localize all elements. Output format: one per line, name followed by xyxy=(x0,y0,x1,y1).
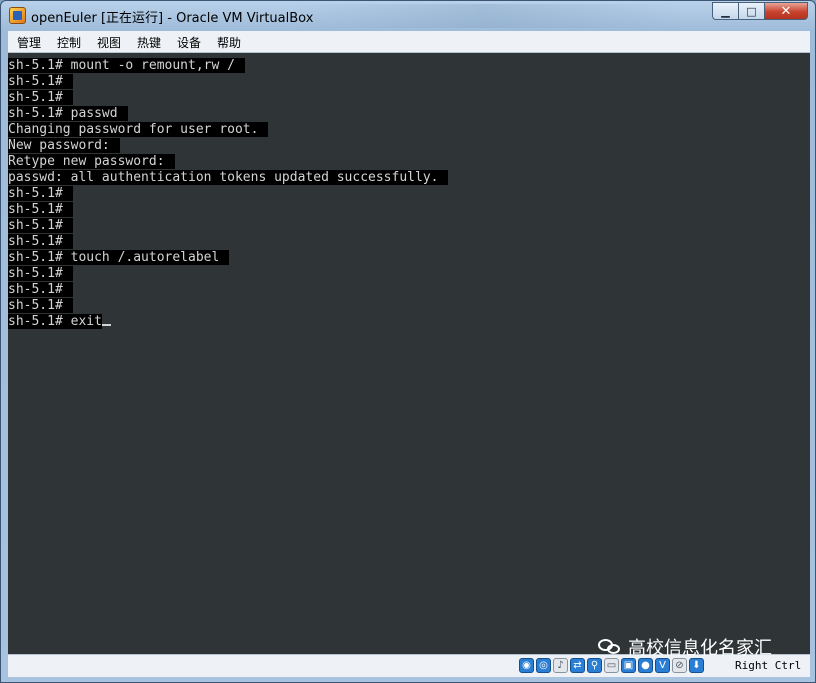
usb-icon[interactable]: ⚲ xyxy=(587,658,602,673)
vm-console[interactable]: sh-5.1# mount -o remount,rw / sh-5.1# sh… xyxy=(8,53,810,654)
menu-devices[interactable]: 设备 xyxy=(177,34,201,51)
console-line: sh-5.1# xyxy=(8,88,448,105)
console-line: sh-5.1# passwd xyxy=(8,104,448,121)
display-icon[interactable]: ▣ xyxy=(621,658,636,673)
host-key-label: Right Ctrl xyxy=(735,659,802,672)
console-line: sh-5.1# xyxy=(8,232,448,249)
status-icons: ◉ ◎ ♪ ⇄ ⚲ ▭ ▣ ● V ⊘ ⬇ xyxy=(519,658,704,673)
console-line: sh-5.1# xyxy=(8,216,448,233)
title-bar[interactable]: openEuler [正在运行] - Oracle VM VirtualBox … xyxy=(1,1,815,31)
console-line: sh-5.1# touch /.autorelabel xyxy=(8,248,448,265)
console-line: sh-5.1# mount -o remount,rw / xyxy=(8,56,448,73)
console-line-current: sh-5.1# exit xyxy=(8,312,448,329)
close-button[interactable]: ✕ xyxy=(764,2,808,20)
audio-icon[interactable]: ♪ xyxy=(553,658,568,673)
menu-help[interactable]: 帮助 xyxy=(217,34,241,51)
console-line: sh-5.1# xyxy=(8,200,448,217)
console-line: sh-5.1# xyxy=(8,184,448,201)
close-icon: ✕ xyxy=(780,3,792,19)
menu-bar: 管理 控制 视图 热键 设备 帮助 xyxy=(8,31,810,53)
video-capture-icon[interactable]: ● xyxy=(638,658,653,673)
maximize-button[interactable]: □ xyxy=(738,2,764,20)
mouse-integration-icon[interactable]: ⊘ xyxy=(672,658,687,673)
virtualbox-icon[interactable] xyxy=(9,7,26,24)
watermark-text: 高校信息化名家汇 xyxy=(628,638,772,659)
shared-folders-icon[interactable]: ▭ xyxy=(604,658,619,673)
window-title: openEuler [正在运行] - Oracle VM VirtualBox xyxy=(31,11,314,26)
watermark: 高校信息化名家汇 xyxy=(598,634,772,660)
menu-view[interactable]: 视图 xyxy=(97,34,121,51)
console-output: sh-5.1# mount -o remount,rw / sh-5.1# sh… xyxy=(8,56,449,329)
console-line: sh-5.1# xyxy=(8,280,448,297)
menu-control[interactable]: 控制 xyxy=(57,34,81,51)
window-controls: ▁ □ ✕ xyxy=(712,2,808,20)
console-prompt: sh-5.1# exit xyxy=(8,314,102,329)
console-line: New password: xyxy=(8,136,448,153)
optical-drive-icon[interactable]: ◎ xyxy=(536,658,551,673)
network-icon[interactable]: ⇄ xyxy=(570,658,585,673)
menu-machine[interactable]: 管理 xyxy=(17,34,41,51)
console-line: sh-5.1# xyxy=(8,264,448,281)
virtualization-icon[interactable]: V xyxy=(655,658,670,673)
minimize-button[interactable]: ▁ xyxy=(712,2,738,20)
text-cursor xyxy=(101,324,111,326)
hard-disk-icon[interactable]: ◉ xyxy=(519,658,534,673)
virtualbox-window: openEuler [正在运行] - Oracle VM VirtualBox … xyxy=(0,0,816,683)
keyboard-capture-icon[interactable]: ⬇ xyxy=(689,658,704,673)
menu-hotkeys[interactable]: 热键 xyxy=(137,34,161,51)
console-line: passwd: all authentication tokens update… xyxy=(8,168,449,185)
console-line: sh-5.1# xyxy=(8,72,448,89)
console-line: Retype new password: xyxy=(8,152,448,169)
minimize-icon: ▁ xyxy=(721,4,730,18)
maximize-icon: □ xyxy=(746,4,757,18)
console-line: Changing password for user root. xyxy=(8,120,448,137)
title-bar-background-text xyxy=(286,4,686,28)
wechat-icon xyxy=(598,637,622,657)
console-line: sh-5.1# xyxy=(8,296,448,313)
